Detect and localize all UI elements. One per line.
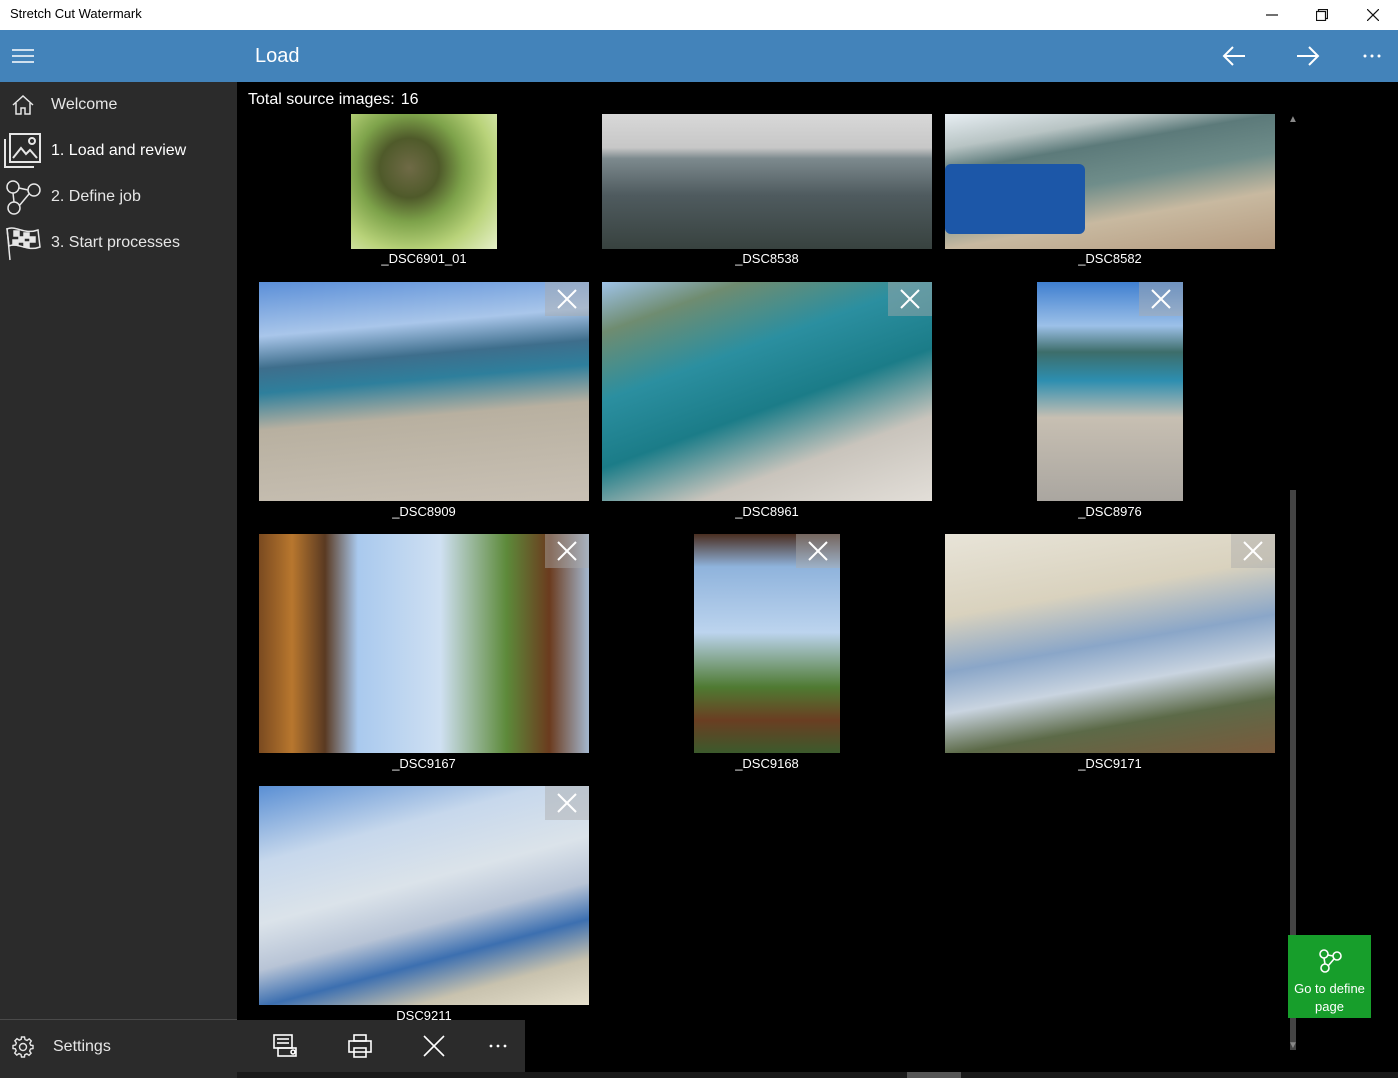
- more-icon: [1363, 54, 1381, 58]
- remove-image-button[interactable]: [545, 534, 589, 568]
- image-thumbnail: [259, 282, 589, 501]
- print-button[interactable]: [335, 1020, 385, 1072]
- scroll-up-icon[interactable]: ▲: [1287, 114, 1299, 126]
- image-caption: _DSC9167: [392, 756, 456, 771]
- image-caption: _DSC8538: [735, 251, 799, 266]
- go-define-label-line2: page: [1315, 999, 1344, 1014]
- image-tile[interactable]: _DSC9167: [259, 534, 589, 779]
- image-tile[interactable]: _DSC8976: [945, 282, 1275, 527]
- title-bar: Stretch Cut Watermark: [0, 0, 1398, 30]
- command-bar: [237, 1020, 525, 1072]
- gear-icon: [12, 1036, 34, 1058]
- remove-image-button[interactable]: [1231, 534, 1275, 568]
- close-icon: [900, 289, 920, 309]
- nav-label: 1. Load and review: [51, 142, 187, 159]
- remove-image-button[interactable]: [545, 786, 589, 820]
- sidebar-divider: [0, 1019, 237, 1020]
- total-source-images: Total source images: 16: [248, 91, 419, 109]
- checkered-flag-icon: [6, 227, 41, 261]
- image-thumbnail: [259, 534, 589, 753]
- nav-label: 3. Start processes: [51, 234, 180, 251]
- minimize-icon: [1266, 14, 1278, 16]
- more-commands-button[interactable]: [473, 1020, 523, 1072]
- close-icon: [808, 541, 828, 561]
- gallery-icon: [4, 133, 41, 168]
- slideshow-icon: [273, 1034, 297, 1057]
- umbrella-shape: [945, 164, 1085, 234]
- arrow-right-icon: [1297, 46, 1320, 66]
- total-label: Total source images:: [248, 91, 395, 108]
- image-thumbnail: [351, 114, 497, 249]
- image-caption: _DSC8976: [1078, 504, 1142, 519]
- hamburger-icon: [12, 49, 34, 63]
- nav-item-welcome[interactable]: Welcome: [0, 82, 237, 128]
- image-caption: _DSC8582: [1078, 251, 1142, 266]
- settings-label: Settings: [53, 1038, 111, 1055]
- remove-image-button[interactable]: [1139, 282, 1183, 316]
- image-tile[interactable]: _DSC8909: [259, 282, 589, 527]
- slideshow-button[interactable]: [260, 1020, 310, 1072]
- nav-item-start-processes[interactable]: 3. Start processes: [0, 220, 237, 266]
- vertical-scrollbar[interactable]: ▲ ▼: [1287, 114, 1299, 1054]
- restore-button[interactable]: [1299, 0, 1345, 30]
- main-content: Total source images: 16 _DSC6901_01 _DSC8…: [237, 82, 1398, 1078]
- home-icon: [12, 95, 34, 115]
- nav-item-load-and-review[interactable]: 1. Load and review: [0, 128, 237, 174]
- remove-image-button[interactable]: [796, 534, 840, 568]
- remove-image-button[interactable]: [545, 282, 589, 316]
- close-icon: [1151, 289, 1171, 309]
- close-icon: [1243, 541, 1263, 561]
- image-thumbnail: [945, 534, 1275, 753]
- image-tile[interactable]: _DSC6901_01: [259, 114, 589, 274]
- minimize-button[interactable]: [1249, 0, 1295, 30]
- close-icon: [423, 1035, 445, 1057]
- print-icon: [348, 1034, 372, 1058]
- more-button[interactable]: [1346, 30, 1398, 82]
- nodes-icon: [6, 180, 41, 215]
- arrow-left-icon: [1222, 46, 1245, 66]
- horizontal-scrollbar-thumb[interactable]: [907, 1072, 961, 1078]
- sidebar: Welcome 1. Load and review 2. Define job…: [0, 82, 237, 1078]
- forward-button[interactable]: [1282, 30, 1334, 82]
- image-tile[interactable]: _DSC9168: [602, 534, 932, 779]
- close-icon: [557, 793, 577, 813]
- image-thumbnail: [259, 786, 589, 1005]
- remove-button[interactable]: [409, 1020, 459, 1072]
- image-thumbnail: [602, 114, 932, 249]
- nav-label: Welcome: [51, 96, 118, 113]
- image-caption: _DSC9171: [1078, 756, 1142, 771]
- app-header: Load: [0, 30, 1398, 82]
- window-title: Stretch Cut Watermark: [10, 6, 142, 21]
- page-title: Load: [255, 45, 300, 67]
- image-caption: _DSC6901_01: [381, 251, 467, 266]
- close-icon: [557, 289, 577, 309]
- close-icon: [1367, 9, 1379, 21]
- image-thumbnail: [602, 282, 932, 501]
- image-tile[interactable]: _DSC8538: [602, 114, 932, 274]
- image-tile[interactable]: DSC9211: [259, 786, 589, 1031]
- image-caption: _DSC9168: [735, 756, 799, 771]
- image-thumbnail: [945, 114, 1275, 249]
- total-count: 16: [400, 91, 419, 108]
- image-caption: _DSC8909: [392, 504, 456, 519]
- settings-button[interactable]: Settings: [0, 1024, 237, 1070]
- image-caption: _DSC8961: [735, 504, 799, 519]
- scroll-down-icon[interactable]: ▼: [1287, 1040, 1299, 1052]
- back-button[interactable]: [1208, 30, 1260, 82]
- go-define-label-line1: Go to define: [1294, 981, 1365, 996]
- nav-label: 2. Define job: [51, 188, 141, 205]
- nodes-icon: [1318, 949, 1342, 973]
- close-icon: [557, 541, 577, 561]
- horizontal-scrollbar[interactable]: [237, 1072, 1398, 1078]
- nav-item-define-job[interactable]: 2. Define job: [0, 174, 237, 220]
- restore-icon: [1316, 9, 1328, 21]
- image-tile[interactable]: _DSC8582: [945, 114, 1275, 274]
- go-to-define-page-button[interactable]: Go to define page: [1288, 935, 1371, 1018]
- image-tile[interactable]: _DSC9171: [945, 534, 1275, 779]
- menu-button[interactable]: [0, 30, 46, 82]
- remove-image-button[interactable]: [888, 282, 932, 316]
- close-window-button[interactable]: [1350, 0, 1396, 30]
- more-icon: [489, 1044, 507, 1048]
- image-tile[interactable]: _DSC8961: [602, 282, 932, 527]
